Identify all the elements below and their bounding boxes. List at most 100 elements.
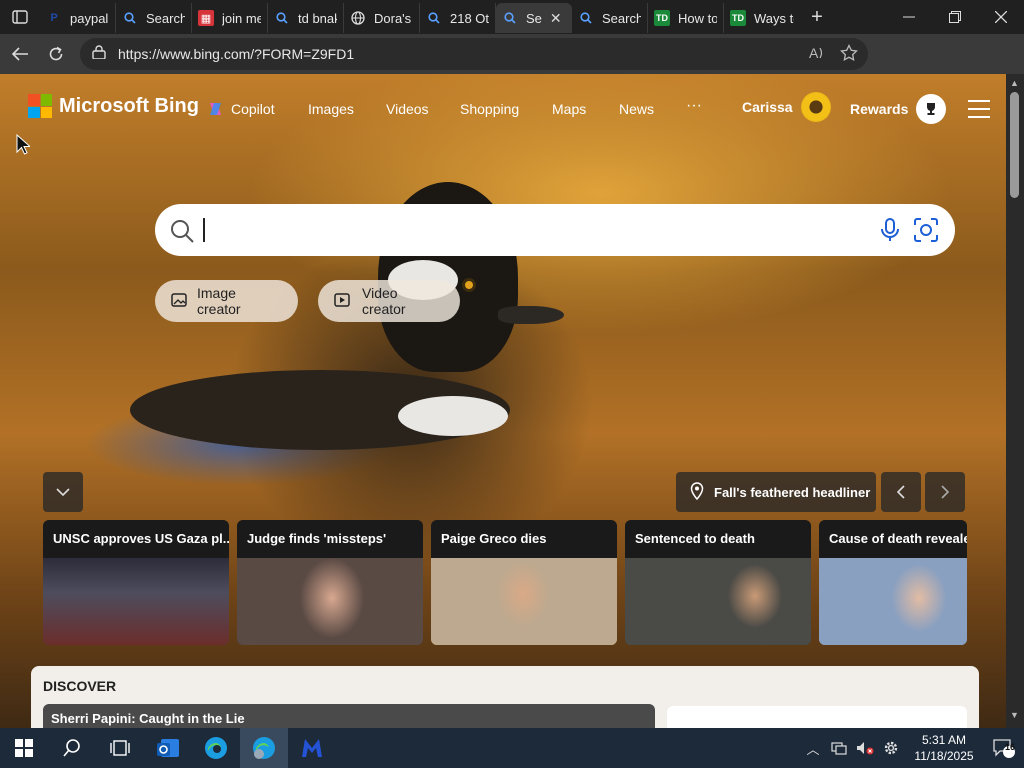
tab-title: How to bbox=[678, 10, 717, 26]
rewards-button[interactable]: Rewards bbox=[850, 94, 947, 124]
taskbar-outlook[interactable] bbox=[144, 728, 192, 768]
nav-shopping[interactable]: Shopping bbox=[460, 101, 519, 117]
discover-feature-card[interactable]: Sherri Papini: Caught in the Lie bbox=[43, 704, 655, 728]
scroll-up-icon[interactable]: ▲ bbox=[1010, 78, 1019, 88]
chevron-up-icon[interactable]: ︿ bbox=[800, 739, 826, 758]
tab-search-1[interactable]: Search bbox=[116, 3, 192, 33]
tab-218-otta[interactable]: 218 Otta bbox=[420, 3, 496, 33]
news-card[interactable]: Sentenced to death bbox=[625, 520, 811, 645]
news-image bbox=[431, 558, 617, 645]
tab-how-to[interactable]: TD How to bbox=[648, 3, 724, 33]
url-text[interactable]: https://www.bing.com/?FORM=Z9FD1 bbox=[118, 46, 354, 62]
close-window-button[interactable] bbox=[978, 0, 1024, 34]
clock[interactable]: 5:31 AM 11/18/2025 bbox=[904, 732, 984, 764]
microphone-icon[interactable] bbox=[877, 217, 903, 248]
tab-title: Ways to bbox=[754, 10, 794, 26]
image-headline-button[interactable]: Fall's feathered headliner bbox=[676, 472, 876, 512]
td-icon: TD bbox=[730, 10, 746, 26]
outlook-icon bbox=[157, 739, 179, 757]
news-title: Paige Greco dies bbox=[431, 520, 617, 558]
taskbar-malwarebytes[interactable] bbox=[288, 728, 336, 768]
image-creator-button[interactable]: Image creator bbox=[155, 280, 298, 322]
video-creator-icon bbox=[334, 292, 352, 311]
news-card[interactable]: UNSC approves US Gaza pl... bbox=[43, 520, 229, 645]
taskbar-edge[interactable] bbox=[192, 728, 240, 768]
close-tab-icon[interactable]: ✕ bbox=[550, 10, 562, 27]
location-pin-icon bbox=[690, 481, 704, 503]
taskbar-edge-profile[interactable] bbox=[240, 728, 288, 768]
read-aloud-icon[interactable]: A bbox=[808, 44, 826, 67]
image-creator-label: Image creator bbox=[197, 285, 241, 317]
discover-side-card[interactable] bbox=[667, 706, 967, 728]
back-button[interactable] bbox=[2, 36, 38, 72]
nav-copilot[interactable]: Copilot bbox=[207, 101, 275, 117]
chevron-left-icon bbox=[897, 485, 905, 499]
start-button[interactable] bbox=[0, 728, 48, 768]
scrollbar-thumb[interactable] bbox=[1010, 92, 1019, 198]
next-image-button[interactable] bbox=[925, 472, 965, 512]
news-card[interactable]: Cause of death revealed bbox=[819, 520, 967, 645]
tab-td-bnak[interactable]: td bnak bbox=[268, 3, 344, 33]
settings-gear-icon[interactable] bbox=[878, 740, 904, 756]
news-image bbox=[819, 558, 967, 645]
network-icon[interactable] bbox=[826, 741, 852, 755]
video-creator-label: Video creator bbox=[362, 285, 406, 317]
chevron-right-icon bbox=[941, 485, 949, 499]
tab-actions-icon bbox=[12, 10, 28, 24]
nav-more[interactable]: ··· bbox=[686, 97, 702, 115]
new-tab-button[interactable]: + bbox=[800, 2, 834, 32]
task-view-button[interactable] bbox=[96, 728, 144, 768]
notifications-button[interactable]: 16 bbox=[984, 738, 1024, 758]
menu-button[interactable] bbox=[968, 100, 990, 118]
visual-search-icon[interactable] bbox=[913, 217, 939, 248]
user-account[interactable]: Carissa bbox=[742, 92, 831, 122]
tab-title: Search bbox=[146, 10, 185, 26]
favorite-star-icon[interactable] bbox=[840, 43, 858, 67]
nav-maps[interactable]: Maps bbox=[552, 101, 586, 117]
minimize-button[interactable] bbox=[886, 0, 932, 34]
scroll-down-icon[interactable]: ▼ bbox=[1010, 710, 1019, 720]
copilot-icon bbox=[210, 103, 221, 115]
microsoft-logo-icon bbox=[28, 94, 52, 118]
news-title: UNSC approves US Gaza pl... bbox=[43, 520, 229, 558]
tab-active[interactable]: Se ✕ bbox=[496, 3, 572, 33]
tab-search-2[interactable]: Search bbox=[572, 3, 648, 33]
tab-actions-button[interactable] bbox=[0, 0, 40, 34]
volume-muted-icon[interactable] bbox=[852, 741, 878, 755]
discover-section: DISCOVER Sherri Papini: Caught in the Li… bbox=[31, 666, 979, 728]
refresh-button[interactable] bbox=[38, 36, 74, 72]
tab-ways-to[interactable]: TD Ways to bbox=[724, 3, 800, 33]
headline-text: Fall's feathered headliner bbox=[714, 484, 871, 500]
previous-image-button[interactable] bbox=[881, 472, 921, 512]
tab-title: join me bbox=[222, 10, 261, 26]
tab-paypal[interactable]: Ppaypal.c bbox=[40, 3, 116, 33]
nav-videos[interactable]: Videos bbox=[386, 101, 429, 117]
search-icon bbox=[578, 10, 594, 26]
news-title: Cause of death revealed bbox=[819, 520, 967, 558]
windows-logo-icon bbox=[15, 739, 33, 757]
taskbar-search-button[interactable] bbox=[48, 728, 96, 768]
address-bar[interactable]: https://www.bing.com/?FORM=Z9FD1 A bbox=[80, 38, 868, 70]
nav-news[interactable]: News bbox=[619, 101, 654, 117]
tab-join[interactable]: ▦ join me bbox=[192, 3, 268, 33]
nav-images[interactable]: Images bbox=[308, 101, 354, 117]
chevron-down-icon bbox=[56, 488, 70, 496]
news-card[interactable]: Paige Greco dies bbox=[431, 520, 617, 645]
news-card[interactable]: Judge finds 'missteps' bbox=[237, 520, 423, 645]
tab-title: 218 Otta bbox=[450, 10, 489, 26]
bing-logo[interactable]: Microsoft Bing bbox=[28, 94, 199, 118]
tab-doras[interactable]: Dora's C bbox=[344, 3, 420, 33]
search-box[interactable] bbox=[155, 204, 955, 256]
system-tray: ︿ 5:31 AM 11/18/2025 16 bbox=[800, 728, 1024, 768]
collapse-feed-button[interactable] bbox=[43, 472, 83, 512]
search-input[interactable] bbox=[203, 218, 205, 242]
restore-button[interactable] bbox=[932, 0, 978, 34]
vertical-scrollbar[interactable]: ▲ ▼ bbox=[1006, 74, 1024, 728]
bing-homepage: Microsoft Bing Copilot Images Videos Sho… bbox=[0, 74, 1006, 728]
news-title: Judge finds 'missteps' bbox=[237, 520, 423, 558]
video-creator-button[interactable]: Video creator bbox=[318, 280, 460, 322]
edge-profile-icon bbox=[253, 737, 275, 759]
lock-icon[interactable] bbox=[92, 44, 106, 64]
svg-text:A: A bbox=[809, 45, 819, 61]
globe-icon bbox=[350, 10, 366, 26]
